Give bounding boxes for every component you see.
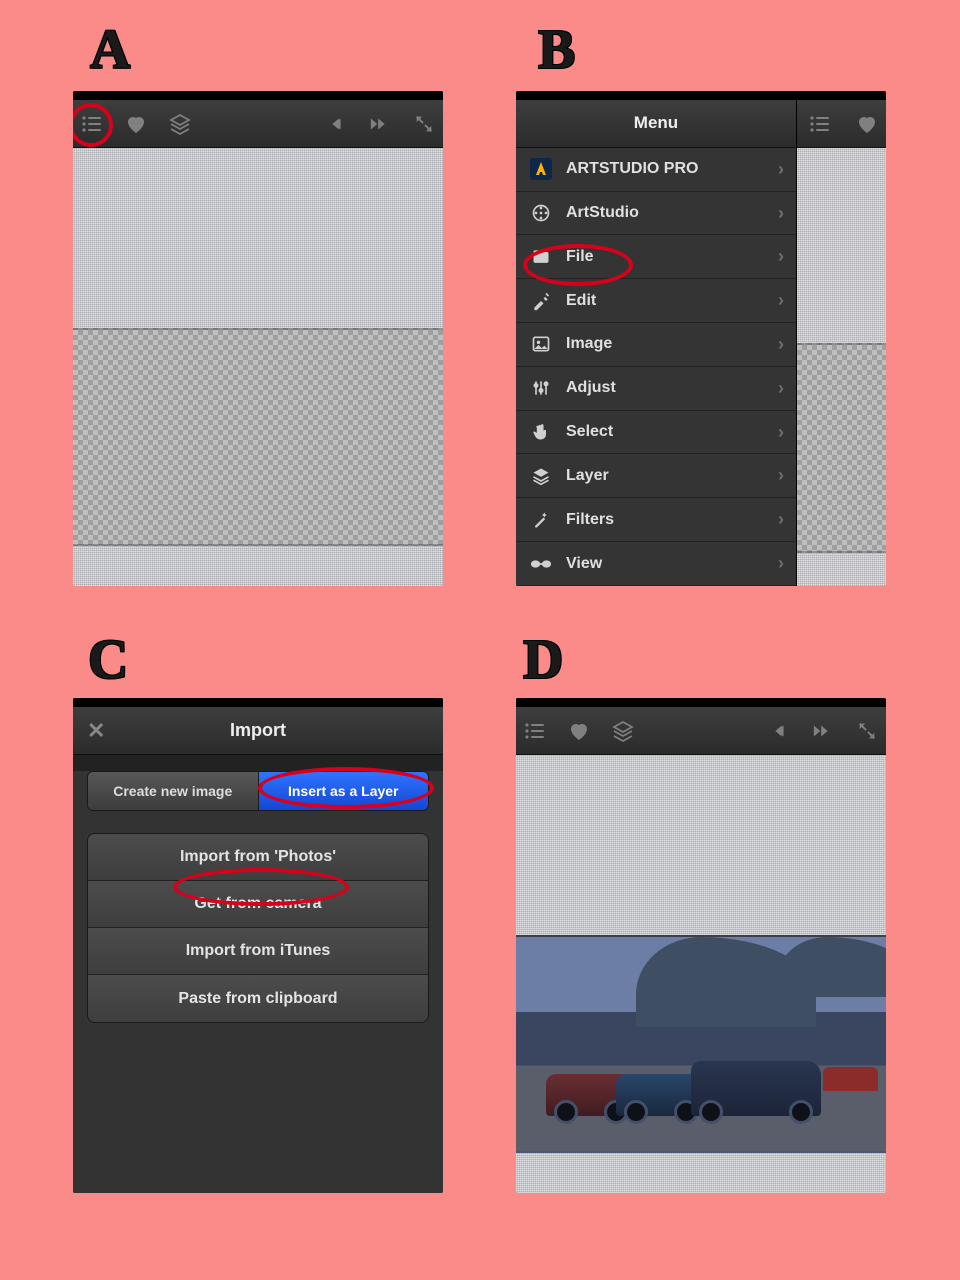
layers-icon bbox=[530, 465, 552, 487]
panel-d bbox=[516, 698, 886, 1193]
redo-icon[interactable] bbox=[367, 111, 393, 137]
chevron-right-icon: › bbox=[778, 465, 784, 486]
heart-icon[interactable] bbox=[123, 111, 149, 137]
tools-icon bbox=[530, 290, 552, 312]
row-get-camera[interactable]: Get from camera bbox=[88, 881, 428, 928]
chevron-right-icon: › bbox=[778, 378, 784, 399]
folder-icon bbox=[530, 246, 552, 268]
top-toolbar bbox=[516, 707, 886, 755]
heart-icon[interactable] bbox=[855, 111, 881, 137]
chevron-right-icon: › bbox=[778, 203, 784, 224]
film-reel-icon bbox=[530, 202, 552, 224]
imported-image bbox=[516, 935, 886, 1153]
menu-item-label: Filters bbox=[566, 511, 614, 529]
menu-item-view[interactable]: View › bbox=[516, 542, 796, 586]
layers-icon[interactable] bbox=[610, 718, 636, 744]
hand-icon bbox=[530, 421, 552, 443]
undo-icon[interactable] bbox=[323, 111, 349, 137]
app-logo-icon bbox=[530, 158, 552, 180]
undo-icon[interactable] bbox=[766, 718, 792, 744]
panel-c: ✕ Import Create new image Insert as a La… bbox=[73, 698, 443, 1193]
menu-item-label: View bbox=[566, 555, 602, 573]
status-bar bbox=[516, 698, 886, 707]
step-label-a: A bbox=[90, 18, 130, 82]
menu-item-label: Layer bbox=[566, 467, 609, 485]
fullscreen-icon[interactable] bbox=[411, 111, 437, 137]
menu-item-label: Adjust bbox=[566, 379, 616, 397]
menu-panel: Menu ARTSTUDIO PRO › ArtStudio › File › bbox=[516, 100, 796, 586]
menu-item-label: ARTSTUDIO PRO bbox=[566, 160, 698, 178]
menu-item-filters[interactable]: Filters › bbox=[516, 498, 796, 542]
menu-item-artstudio-pro[interactable]: ARTSTUDIO PRO › bbox=[516, 148, 796, 192]
row-import-itunes[interactable]: Import from iTunes bbox=[88, 928, 428, 975]
menu-item-label: Image bbox=[566, 335, 612, 353]
heart-icon[interactable] bbox=[566, 718, 592, 744]
status-bar bbox=[516, 91, 886, 100]
menu-item-file[interactable]: File › bbox=[516, 235, 796, 279]
menu-item-image[interactable]: Image › bbox=[516, 323, 796, 367]
chevron-right-icon: › bbox=[778, 290, 784, 311]
segment-create-new[interactable]: Create new image bbox=[88, 772, 259, 810]
layers-icon[interactable] bbox=[167, 111, 193, 137]
status-bar bbox=[73, 698, 443, 707]
step-label-b: B bbox=[538, 18, 575, 82]
glasses-icon bbox=[530, 553, 552, 575]
canvas-area[interactable] bbox=[516, 755, 886, 1193]
step-label-d: D bbox=[523, 628, 563, 692]
panel-b: Menu ARTSTUDIO PRO › ArtStudio › File › bbox=[516, 91, 886, 586]
chevron-right-icon: › bbox=[778, 422, 784, 443]
menu-item-label: Select bbox=[566, 423, 613, 441]
row-paste-clipboard[interactable]: Paste from clipboard bbox=[88, 975, 428, 1022]
menu-item-label: ArtStudio bbox=[566, 204, 639, 222]
menu-item-layer[interactable]: Layer › bbox=[516, 454, 796, 498]
fullscreen-icon[interactable] bbox=[854, 718, 880, 744]
panel-a bbox=[73, 91, 443, 586]
menu-item-edit[interactable]: Edit › bbox=[516, 279, 796, 323]
segmented-control: Create new image Insert as a Layer bbox=[87, 771, 429, 811]
sliders-icon bbox=[530, 377, 552, 399]
canvas-area[interactable] bbox=[73, 148, 443, 586]
chevron-right-icon: › bbox=[778, 509, 784, 530]
menu-item-label: Edit bbox=[566, 292, 596, 310]
status-bar bbox=[73, 91, 443, 100]
menu-item-adjust[interactable]: Adjust › bbox=[516, 367, 796, 411]
segment-insert-layer[interactable]: Insert as a Layer bbox=[259, 772, 429, 810]
right-slice bbox=[796, 100, 886, 586]
close-icon[interactable]: ✕ bbox=[87, 718, 105, 744]
redo-icon[interactable] bbox=[810, 718, 836, 744]
menu-icon[interactable] bbox=[79, 111, 105, 137]
menu-title: Menu bbox=[516, 100, 796, 148]
menu-item-select[interactable]: Select › bbox=[516, 411, 796, 455]
top-toolbar bbox=[73, 100, 443, 148]
chevron-right-icon: › bbox=[778, 159, 784, 180]
row-import-photos[interactable]: Import from 'Photos' bbox=[88, 834, 428, 881]
import-header: ✕ Import bbox=[73, 707, 443, 755]
menu-icon[interactable] bbox=[522, 718, 548, 744]
menu-item-artstudio[interactable]: ArtStudio › bbox=[516, 192, 796, 236]
step-label-c: C bbox=[88, 628, 128, 692]
wand-icon bbox=[530, 509, 552, 531]
menu-item-label: File bbox=[566, 248, 594, 266]
chevron-right-icon: › bbox=[778, 553, 784, 574]
import-options-list: Import from 'Photos' Get from camera Imp… bbox=[87, 833, 429, 1023]
chevron-right-icon: › bbox=[778, 246, 784, 267]
import-title: Import bbox=[230, 720, 286, 741]
picture-icon bbox=[530, 333, 552, 355]
menu-icon[interactable] bbox=[807, 111, 833, 137]
chevron-right-icon: › bbox=[778, 334, 784, 355]
